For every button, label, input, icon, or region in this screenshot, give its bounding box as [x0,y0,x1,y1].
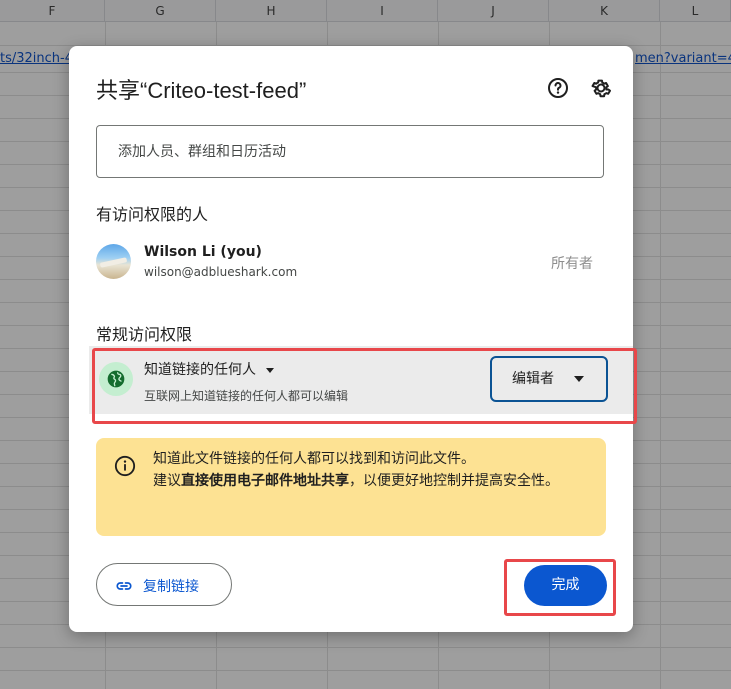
warning-prefix: 建议 [153,473,181,489]
avatar [96,244,131,279]
add-people-input[interactable] [96,125,604,178]
warning-text: 知道此文件链接的任何人都可以找到和访问此文件。 建议直接使用电子邮件地址共享，以… [153,448,573,492]
role-label: 编辑者 [512,371,554,387]
chevron-down-icon [574,376,584,382]
help-icon[interactable] [546,76,570,100]
globe-icon [99,362,133,396]
gear-icon[interactable] [589,76,613,100]
warning-suffix: ，以便更好地控制并提高安全性。 [349,473,559,489]
link-scope-label: 知道链接的任何人 [144,362,256,378]
copy-link-button[interactable]: 复制链接 [96,563,232,606]
warning-line-1: 知道此文件链接的任何人都可以找到和访问此文件。 [153,451,475,467]
chevron-down-icon [266,367,274,373]
copy-link-label: 复制链接 [143,579,199,595]
warning-bold: 直接使用电子邮件地址共享 [181,473,349,489]
link-scope-description: 互联网上知道链接的任何人都可以编辑 [144,389,349,403]
owner-role-label: 所有者 [551,256,593,272]
share-dialog: 共享“Criteo-test-feed” 有访问权限的人 Wilson Li (… [69,46,637,632]
info-icon [114,455,136,477]
dialog-title: 共享“Criteo-test-feed” [96,78,307,103]
people-section-title: 有访问权限的人 [96,205,209,224]
person-name: Wilson Li (you) [144,244,262,260]
general-access-title: 常规访问权限 [96,325,193,344]
link-scope-dropdown[interactable]: 知道链接的任何人 [144,359,274,379]
person-email: wilson@adblueshark.com [144,265,298,279]
done-button[interactable]: 完成 [524,565,607,606]
general-access-row: 知道链接的任何人 互联网上知道链接的任何人都可以编辑 编辑者 [89,346,633,414]
link-icon [115,577,133,595]
warning-banner: 知道此文件链接的任何人都可以找到和访问此文件。 建议直接使用电子邮件地址共享，以… [96,438,606,536]
role-dropdown[interactable]: 编辑者 [490,356,608,402]
